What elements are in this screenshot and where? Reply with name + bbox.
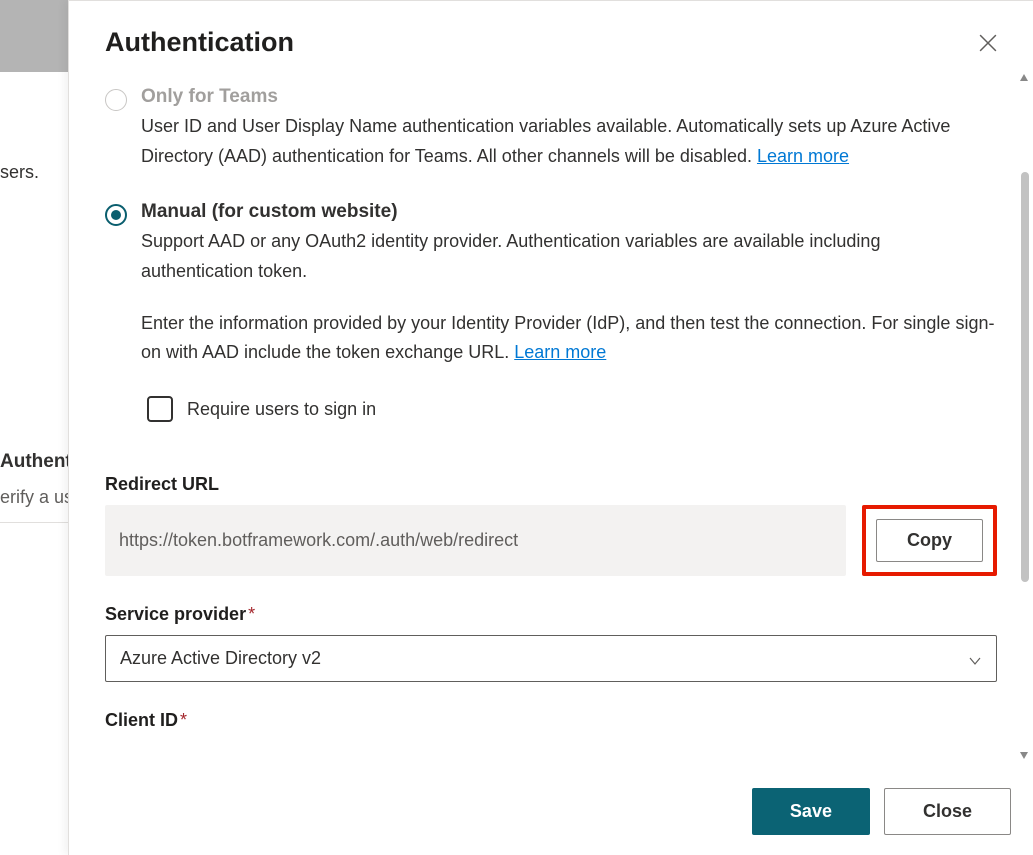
client-id-label: Client ID* [105,710,997,731]
service-provider-label-text: Service provider [105,604,246,624]
close-icon[interactable] [979,34,997,52]
required-star-icon: * [248,604,255,624]
service-provider-label: Service provider* [105,604,997,625]
service-provider-select[interactable]: Azure Active Directory v2 [105,635,997,682]
copy-button[interactable]: Copy [876,519,983,562]
backdrop-text-1: sers. [0,162,39,183]
panel-title: Authentication [105,27,294,58]
redirect-url-input[interactable] [105,505,846,576]
require-signin-checkbox[interactable] [147,396,173,422]
learn-more-link-manual[interactable]: Learn more [514,342,606,362]
panel-footer: Save Close [69,767,1033,855]
learn-more-link-teams[interactable]: Learn more [757,146,849,166]
service-provider-field: Service provider* Azure Active Directory… [105,604,997,682]
close-button[interactable]: Close [884,788,1011,835]
radio-option-teams[interactable]: Only for Teams User ID and User Display … [105,86,997,171]
client-id-field: Client ID* [105,710,997,731]
radio-desc-manual-2: Enter the information provided by your I… [141,309,997,368]
topbar-fragment [0,0,68,72]
radio-circle-teams[interactable] [105,89,127,111]
service-provider-value: Azure Active Directory v2 [120,648,321,669]
radio-desc-teams: User ID and User Display Name authentica… [141,112,997,171]
radio-desc-manual-1: Support AAD or any OAuth2 identity provi… [141,227,997,286]
require-signin-row: Require users to sign in [147,396,997,422]
panel-body: Only for Teams User ID and User Display … [69,66,1033,767]
panel-header: Authentication [69,1,1033,66]
authentication-panel: Authentication Only for Teams User ID an… [68,0,1033,855]
require-signin-label: Require users to sign in [187,399,376,420]
radio-dot-icon [111,210,121,220]
radio-title-manual: Manual (for custom website) [141,201,997,223]
radio-title-teams: Only for Teams [141,86,997,108]
redirect-url-field: Redirect URL Copy [105,474,997,576]
redirect-url-label: Redirect URL [105,474,997,495]
required-star-icon-2: * [180,710,187,730]
copy-highlight-box: Copy [862,505,997,576]
client-id-label-text: Client ID [105,710,178,730]
chevron-down-icon [968,652,982,666]
backdrop-divider [0,522,70,523]
radio-option-manual[interactable]: Manual (for custom website) Support AAD … [105,201,997,422]
backdrop-section-title: Authent [0,451,72,473]
radio-circle-manual[interactable] [105,204,127,226]
save-button[interactable]: Save [752,788,870,835]
backdrop-section-sub: erify a us [0,487,73,508]
